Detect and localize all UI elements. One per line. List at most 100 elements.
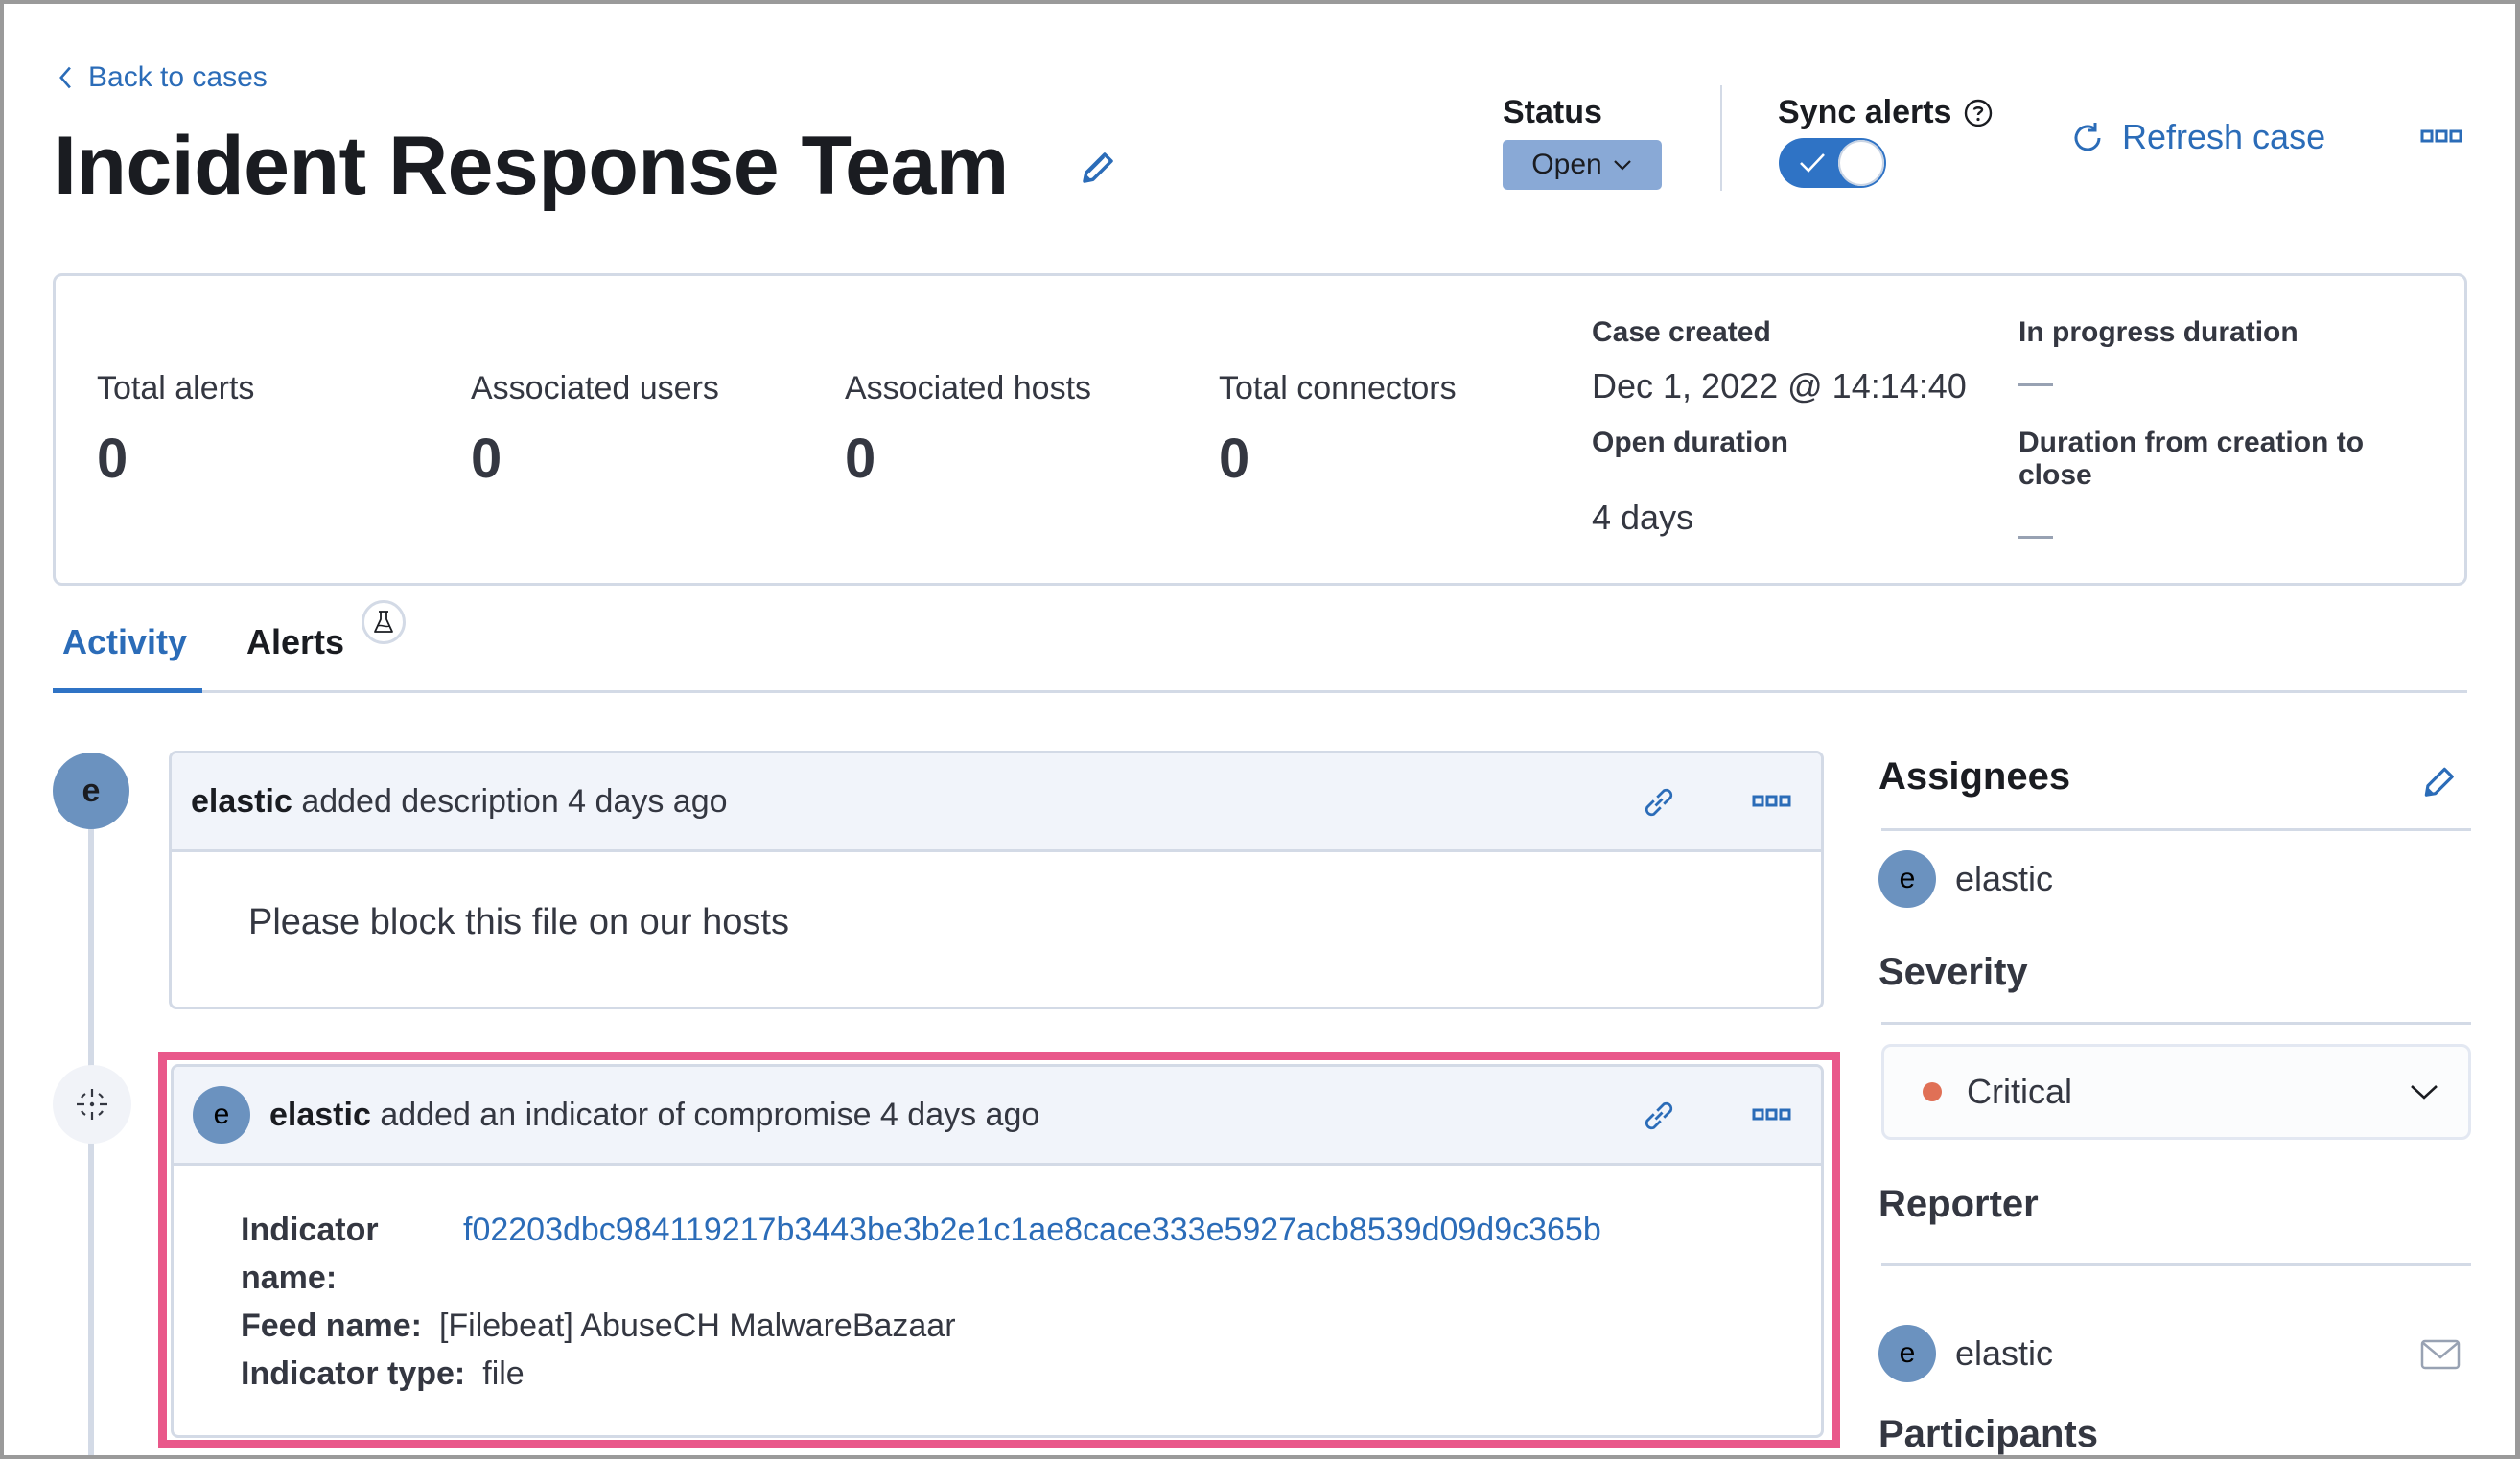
stat-label: Associated hosts — [845, 370, 1092, 406]
activity-item-indicator: e elastic added an indicator of compromi… — [171, 1064, 1824, 1438]
activity-user: elastic — [191, 782, 292, 820]
indicator-type-row: Indicator type: file — [241, 1350, 1601, 1398]
severity-divider — [1881, 1022, 2471, 1025]
refresh-icon — [2074, 123, 2101, 151]
case-created-value: Dec 1, 2022 @ 14:14:40 — [1592, 366, 1967, 405]
stat-value: 0 — [97, 428, 128, 490]
email-icon[interactable] — [2420, 1339, 2461, 1370]
stat-associated-users: Associated users 0 — [471, 370, 719, 491]
stat-label: Associated users — [471, 370, 719, 406]
case-created: Case created Dec 1, 2022 @ 14:14:40 — [1592, 316, 1967, 406]
refresh-case-button[interactable]: Refresh case — [2070, 117, 2325, 157]
severity-title: Severity — [1878, 951, 2028, 993]
case-view-page: Back to cases Incident Response Team Sta… — [4, 4, 2515, 1455]
link-icon[interactable] — [1639, 1096, 1679, 1136]
in-progress-duration-value — [2018, 383, 2053, 386]
severity-dot — [1923, 1082, 1942, 1101]
beta-badge — [362, 600, 406, 644]
stat-total-alerts: Total alerts 0 — [97, 370, 254, 491]
in-progress-duration-label: In progress duration — [2018, 316, 2298, 348]
avatar: e — [1878, 1325, 1936, 1382]
indicator-name-row: Indicator name: f02203dbc984119217b3443b… — [241, 1206, 1601, 1302]
reporter-divider — [1881, 1263, 2471, 1266]
severity-select[interactable]: Critical — [1881, 1044, 2471, 1140]
question-circle-icon[interactable] — [1963, 98, 1994, 128]
indicator-name-label-line2: name: — [241, 1260, 338, 1296]
activity-header: elastic added description 4 days ago — [172, 753, 1821, 852]
stat-value: 0 — [1219, 428, 1250, 490]
crosshairs-icon — [77, 1089, 107, 1120]
chevron-down-icon — [2411, 1085, 2438, 1100]
sync-alerts-label: Sync alerts — [1778, 94, 1994, 131]
activity-user: elastic — [269, 1096, 371, 1133]
indicator-name-label: Indicator name: — [241, 1206, 463, 1302]
tabs-divider — [53, 690, 2467, 693]
indicator-name-label-line1: Indicator — [241, 1212, 379, 1248]
indicator-type-value: file — [482, 1355, 525, 1392]
more-actions-icon[interactable] — [1752, 794, 1792, 809]
assignees-divider — [1881, 828, 2471, 831]
sync-alerts-toggle[interactable] — [1779, 138, 1886, 188]
duration-creation-to-close-value — [2018, 536, 2053, 539]
assignee-name: elastic — [1955, 859, 2054, 898]
avatar: e — [193, 1086, 250, 1144]
indicator-type-label: Indicator type: — [241, 1355, 466, 1392]
tab-alerts[interactable]: Alerts — [246, 622, 344, 662]
assignee-item[interactable]: e elastic — [1878, 850, 2053, 908]
feed-name-row: Feed name: [Filebeat] AbuseCH MalwareBaz… — [241, 1302, 1601, 1350]
link-icon[interactable] — [1639, 782, 1679, 822]
stat-value: 0 — [471, 428, 502, 490]
assignees-title: Assignees — [1878, 755, 2071, 798]
back-to-cases-link[interactable]: Back to cases — [58, 61, 268, 94]
in-progress-duration: In progress duration — [2018, 316, 2421, 386]
activity-title: elastic added description 4 days ago — [191, 783, 728, 821]
activity-title: elastic added an indicator of compromise… — [269, 1097, 1039, 1134]
toggle-knob — [1838, 140, 1884, 186]
active-tab-indicator — [53, 688, 202, 693]
open-duration-value: 4 days — [1592, 498, 1694, 537]
tab-activity[interactable]: Activity — [62, 622, 187, 662]
chevron-left-icon — [59, 66, 71, 89]
feed-name-value: [Filebeat] AbuseCH MalwareBazaar — [438, 1308, 956, 1344]
indicator-marker — [53, 1065, 131, 1144]
case-stats-panel: Total alerts 0 Associated users 0 Associ… — [53, 273, 2467, 586]
stat-label: Total connectors — [1219, 370, 1457, 406]
chevron-down-icon — [1613, 160, 1631, 171]
avatar: e — [53, 753, 129, 829]
activity-item-description: elastic added description 4 days ago Ple… — [169, 751, 1824, 1009]
activity-action: added an indicator of compromise 4 days … — [380, 1096, 1040, 1133]
back-to-cases-label: Back to cases — [88, 61, 268, 93]
severity-value: Critical — [1967, 1072, 2073, 1111]
indicator-name-link[interactable]: f02203dbc984119217b3443be3b2e1c1ae8cace3… — [463, 1206, 1601, 1302]
status-dropdown[interactable]: Open — [1503, 140, 1662, 190]
edit-assignees-icon[interactable] — [2420, 761, 2457, 801]
avatar: e — [1878, 850, 1936, 908]
stat-value: 0 — [845, 428, 876, 490]
participants-title: Participants — [1878, 1413, 2098, 1455]
duration-creation-to-close: Duration from creation to close — [2018, 427, 2440, 539]
more-actions-icon[interactable] — [2420, 128, 2462, 146]
open-duration: Open duration 4 days — [1592, 427, 1788, 538]
stat-associated-hosts: Associated hosts 0 — [845, 370, 1091, 491]
check-icon — [1800, 153, 1825, 173]
activity-action: added description 4 days ago — [301, 782, 728, 820]
stat-total-connectors: Total connectors 0 — [1219, 370, 1457, 491]
reporter-name: elastic — [1955, 1333, 2054, 1373]
indicator-details: Indicator name: f02203dbc984119217b3443b… — [241, 1206, 1601, 1398]
status-label: Status — [1503, 94, 1602, 130]
stat-label: Total alerts — [97, 370, 255, 406]
activity-header: e elastic added an indicator of compromi… — [174, 1067, 1821, 1166]
duration-creation-to-close-label: Duration from creation to close — [2018, 427, 2365, 491]
beaker-icon — [374, 611, 393, 633]
status-value: Open — [1531, 149, 1602, 180]
more-actions-icon[interactable] — [1752, 1107, 1792, 1123]
case-title: Incident Response Team — [54, 120, 1009, 212]
case-created-label: Case created — [1592, 316, 1771, 348]
reporter-title: Reporter — [1878, 1183, 2039, 1225]
open-duration-label: Open duration — [1592, 427, 1788, 458]
feed-name-label: Feed name: — [241, 1308, 422, 1344]
header-divider — [1720, 85, 1722, 191]
activity-body: Please block this file on our hosts — [248, 902, 789, 942]
sync-alerts-text: Sync alerts — [1778, 94, 1952, 130]
pencil-icon[interactable] — [1078, 148, 1118, 188]
